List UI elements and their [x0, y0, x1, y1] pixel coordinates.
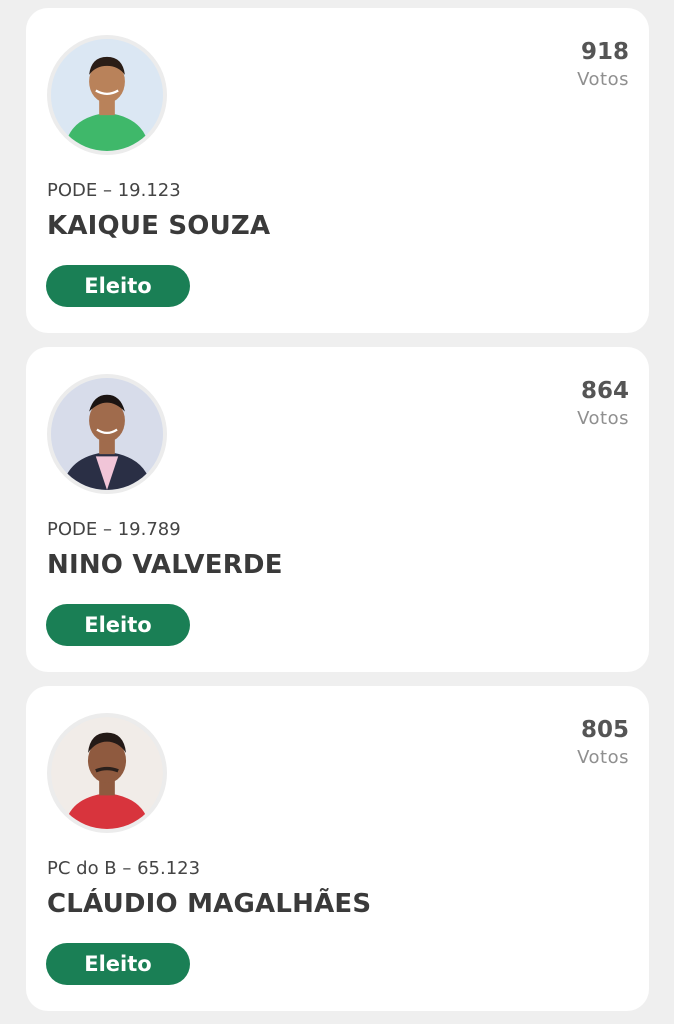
candidate-card[interactable]: 805 Votos PC do B – 65.123 CLÁUDIO MAGAL… [26, 686, 649, 1011]
vote-count-label: Votos [577, 408, 629, 429]
elected-status-badge: Eleito [46, 943, 190, 985]
candidate-photo-avatar [47, 35, 167, 155]
vote-count-block: 918 Votos [577, 38, 629, 92]
party-number: PODE – 19.789 [47, 519, 181, 540]
vote-count-label: Votos [577, 747, 629, 768]
vote-count: 805 [580, 717, 629, 743]
vote-count: 918 [580, 39, 629, 65]
person-photo-icon [51, 39, 163, 151]
candidate-photo-avatar [47, 374, 167, 494]
vote-count: 864 [580, 378, 629, 404]
person-photo-icon [51, 378, 163, 490]
party-number: PODE – 19.123 [47, 180, 181, 201]
party-number: PC do B – 65.123 [47, 858, 201, 879]
candidate-name: NINO VALVERDE [47, 550, 283, 580]
elected-status-badge: Eleito [46, 265, 190, 307]
candidate-name: CLÁUDIO MAGALHÃES [47, 889, 372, 919]
elected-status-badge: Eleito [46, 604, 190, 646]
vote-count-block: 805 Votos [577, 716, 629, 770]
vote-count-label: Votos [577, 69, 629, 90]
candidate-name: KAIQUE SOUZA [47, 211, 271, 241]
candidate-card[interactable]: 864 Votos PODE – 19.789 NINO VALVERDE El… [26, 347, 649, 672]
candidate-photo-avatar [47, 713, 167, 833]
person-photo-icon [51, 717, 163, 829]
candidate-card[interactable]: 918 Votos PODE – 19.123 KAIQUE SOUZA Ele… [26, 8, 649, 333]
vote-count-block: 864 Votos [577, 377, 629, 431]
